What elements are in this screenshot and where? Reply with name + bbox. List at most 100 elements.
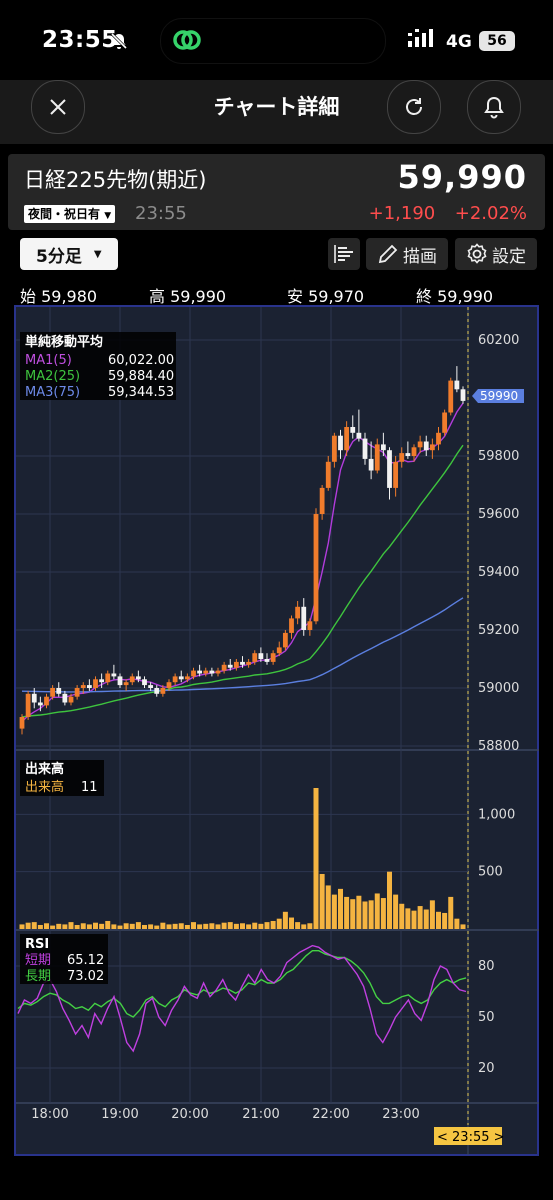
- volume-bar: [240, 923, 245, 929]
- volume-bar: [56, 923, 62, 929]
- volume-tick-label: 500: [478, 865, 503, 880]
- volume-bar: [37, 924, 43, 929]
- rsi-long-value: 73.02: [67, 969, 104, 984]
- candle-body: [350, 427, 356, 433]
- candle-body: [99, 679, 105, 683]
- candle-body: [117, 676, 123, 686]
- chart-canvas[interactable]: 18:00 19:00 20:00 21:00 22:00 23:00 60200 59800…: [0, 0, 553, 1200]
- candle-body: [227, 664, 233, 668]
- volume-bar: [142, 924, 147, 929]
- candle-body: [252, 653, 258, 662]
- volume-bar: [350, 899, 356, 929]
- ma2-label: MA2(25): [25, 369, 80, 384]
- candle-body: [62, 693, 68, 703]
- candle-body: [423, 441, 429, 451]
- volume-bar: [331, 894, 337, 929]
- price-tick-label: 59200: [478, 623, 519, 638]
- candle-body: [166, 682, 172, 688]
- time-tick-label: 19:00: [101, 1107, 138, 1122]
- candle-body: [142, 679, 147, 686]
- volume-bar: [111, 924, 117, 929]
- volume-bar: [448, 896, 454, 929]
- volume-bar: [117, 925, 123, 929]
- candle-body: [19, 717, 25, 729]
- rsi-short-label: 短期: [25, 953, 51, 968]
- rsi-short-value: 65.12: [67, 953, 104, 968]
- candle-body: [56, 688, 62, 694]
- candle-body: [319, 487, 325, 514]
- volume-bar: [178, 923, 184, 929]
- candle-body: [295, 606, 301, 619]
- ma3-label: MA3(75): [25, 385, 80, 400]
- moving-average-lines: [21, 402, 464, 723]
- volume-bar: [387, 871, 392, 929]
- time-tick-label: 22:00: [312, 1107, 349, 1122]
- volume-bar: [154, 925, 160, 929]
- price-tick-label: 59000: [478, 681, 519, 696]
- candle-body: [448, 380, 454, 413]
- time-tick-label: 23:00: [382, 1107, 419, 1122]
- candle-body: [31, 693, 37, 703]
- volume-bar: [380, 898, 386, 929]
- volume-bar: [295, 922, 301, 929]
- chart-grid: [16, 307, 539, 1155]
- candle-body: [197, 670, 203, 674]
- volume-bar: [325, 885, 331, 929]
- volume-bar: [454, 918, 460, 929]
- candle-body: [270, 653, 276, 662]
- volume-bar: [344, 896, 350, 929]
- volume-bar: [338, 888, 343, 929]
- volume-bar: [246, 924, 252, 929]
- candle-body: [44, 696, 49, 706]
- volume-bar: [203, 923, 209, 929]
- volume-bar: [123, 923, 129, 929]
- candle-body: [105, 673, 111, 683]
- volume-bar: [301, 924, 307, 929]
- candle-body: [221, 664, 227, 671]
- volume-bar: [258, 923, 264, 929]
- volume-bar: [429, 900, 435, 929]
- candle-body: [37, 702, 43, 706]
- candle-body: [405, 453, 411, 456]
- candle-body: [380, 444, 386, 451]
- candle-body: [68, 696, 74, 703]
- volume-bar: [264, 922, 270, 929]
- volume-bar: [105, 920, 111, 929]
- candle-body: [123, 682, 129, 686]
- volume-bar: [411, 910, 417, 929]
- price-tick-label: 58800: [478, 739, 519, 754]
- volume-bar: [215, 924, 221, 929]
- candle-body: [282, 632, 288, 648]
- volume-bar: [148, 924, 154, 929]
- rsi-legend-title: RSI: [25, 937, 49, 952]
- volume-bar: [86, 924, 92, 929]
- crosshair-time: < 23:55 >: [437, 1130, 505, 1145]
- candle-body: [417, 441, 423, 448]
- candle-body: [344, 427, 350, 451]
- candle-body: [86, 685, 92, 688]
- candle-body: [25, 693, 31, 717]
- volume-bar: [68, 922, 74, 929]
- candle-body: [368, 458, 374, 471]
- candle-body: [289, 618, 294, 633]
- candle-body: [184, 676, 190, 680]
- volume-bar: [184, 924, 190, 929]
- volume-bar: [31, 922, 37, 929]
- volume-bar: [270, 920, 276, 929]
- candle-body: [387, 450, 392, 488]
- volume-bars: [19, 788, 466, 929]
- candle-body: [209, 670, 215, 674]
- candle-body: [80, 685, 86, 688]
- rsi-tick-label: 50: [478, 1010, 495, 1025]
- candle-body: [325, 461, 331, 488]
- rsi-tick-label: 80: [478, 959, 495, 974]
- volume-bar: [160, 922, 166, 929]
- volume-bar: [417, 906, 423, 929]
- volume-bar: [374, 893, 380, 929]
- price-tag: 59990: [472, 389, 524, 403]
- candle-body: [264, 659, 270, 662]
- candle-body: [135, 676, 141, 680]
- volume-bar: [405, 908, 411, 929]
- volume-bar: [166, 924, 172, 929]
- candlestick-series: [19, 366, 466, 735]
